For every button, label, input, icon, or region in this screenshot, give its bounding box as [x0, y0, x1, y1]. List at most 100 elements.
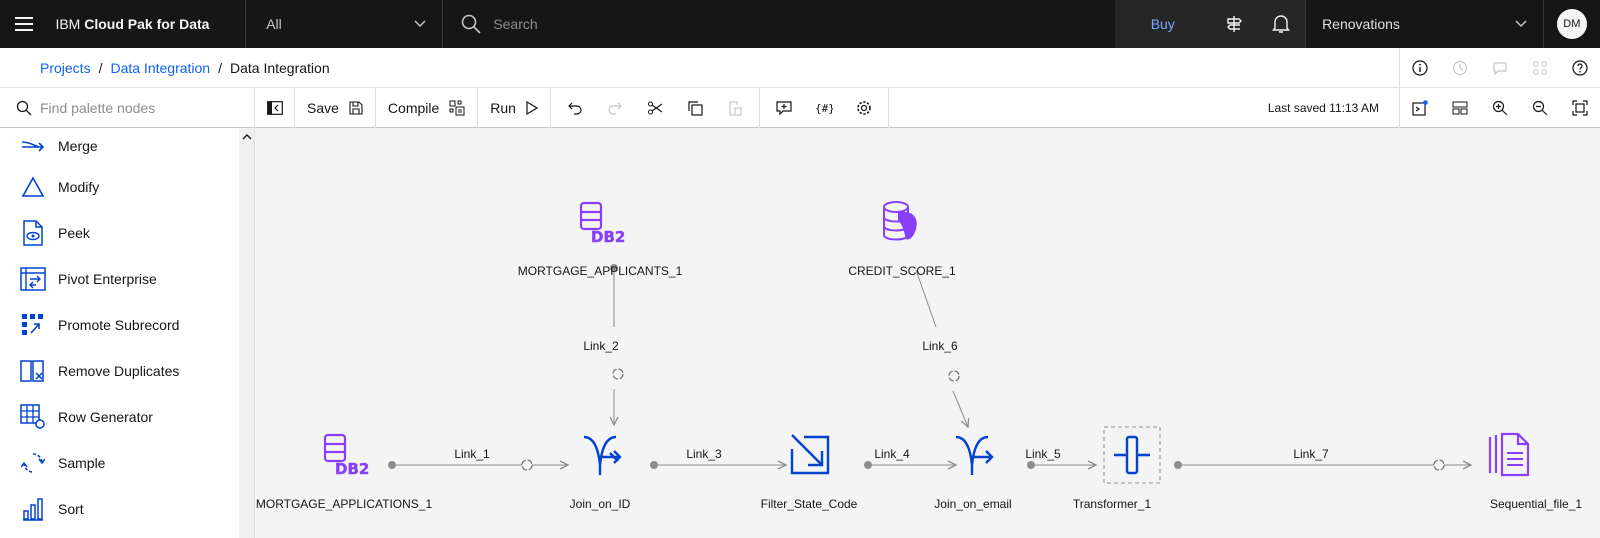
zoom-out-icon[interactable]	[1520, 88, 1560, 128]
undo-icon[interactable]	[555, 88, 595, 128]
parameters-icon[interactable]: {#}	[804, 88, 844, 128]
link-label[interactable]: Link_5	[1021, 447, 1065, 461]
flow-canvas[interactable]: DB2 DB2 Link_1 Link_2 Link_3 Link_4 Link…	[256, 129, 1600, 538]
breadcrumb-bar: Projects / Data Integration / Data Integ…	[0, 47, 1600, 88]
db2-icon[interactable]: DB2	[323, 433, 370, 478]
palette-item-promote-subrecord[interactable]: Promote Subrecord	[0, 302, 239, 348]
link-label[interactable]: Link_7	[1289, 447, 1333, 461]
palette-search-input[interactable]: Find palette nodes	[0, 87, 255, 128]
breadcrumb-data-integration[interactable]: Data Integration	[110, 60, 210, 76]
link-3[interactable]	[650, 461, 786, 469]
link-label[interactable]: Link_6	[918, 339, 962, 353]
node-label: MORTGAGE_APPLICANTS_1	[517, 264, 683, 278]
pivot-icon	[20, 266, 46, 292]
transformer-icon[interactable]	[1103, 426, 1161, 484]
palette-item-merge[interactable]: Merge	[0, 128, 239, 164]
play-icon	[526, 100, 538, 115]
db2-icon[interactable]: DB2	[579, 201, 626, 246]
filter-icon[interactable]	[790, 434, 830, 475]
refresh-icon[interactable]	[948, 370, 960, 382]
palette-item-modify[interactable]: Modify	[0, 164, 239, 210]
zoom-in-icon[interactable]	[1480, 88, 1520, 128]
edit-tools	[551, 87, 760, 128]
link-label[interactable]: Link_3	[682, 447, 726, 461]
link-label[interactable]: Link_1	[450, 447, 494, 461]
refresh-icon[interactable]	[521, 459, 533, 471]
compile-icon	[449, 100, 465, 115]
remove-duplicates-icon	[20, 358, 46, 384]
notification-icon[interactable]	[1257, 0, 1306, 48]
toggle-palette-icon[interactable]	[255, 87, 295, 128]
link-1[interactable]	[388, 459, 568, 471]
save-label: Save	[307, 99, 339, 116]
info-icon[interactable]	[1400, 48, 1440, 88]
palette-item-sample[interactable]: Sample	[0, 440, 239, 486]
settings-icon[interactable]	[844, 88, 884, 128]
link-5[interactable]	[1027, 461, 1096, 469]
buy-link[interactable]: Buy	[1115, 0, 1211, 48]
compile-label: Compile	[387, 99, 440, 116]
flow-diagram: DB2 DB2	[323, 201, 1530, 484]
palette-item-pivot[interactable]: Pivot Enterprise	[0, 256, 239, 302]
link-label[interactable]: Link_2	[579, 339, 623, 353]
project-name: Renovations	[1322, 16, 1400, 32]
palette-item-label: Merge	[58, 138, 98, 154]
save-icon	[349, 100, 363, 115]
copy-icon[interactable]	[675, 88, 715, 128]
join-icon[interactable]	[583, 435, 622, 475]
flow-toolbar: Find palette nodes Save Compile Run {#} …	[0, 87, 1600, 128]
database-icon[interactable]	[883, 201, 917, 241]
job-log-icon[interactable]	[1400, 88, 1440, 128]
palette-item-label: Peek	[58, 225, 90, 241]
refresh-icon[interactable]	[612, 368, 624, 380]
palette-item-label: Row Generator	[58, 409, 153, 425]
link-label[interactable]: Link_4	[870, 447, 914, 461]
link-4[interactable]	[864, 461, 956, 469]
add-comment-icon[interactable]	[764, 88, 804, 128]
redo-icon[interactable]	[595, 88, 635, 128]
palette-item-label: Modify	[58, 179, 100, 195]
svg-text:DB2: DB2	[591, 228, 625, 246]
palette-item-peek[interactable]: Peek	[0, 210, 239, 256]
menu-icon[interactable]	[0, 0, 47, 48]
join-icon[interactable]	[955, 435, 994, 475]
palette-item-remove-duplicates[interactable]: Remove Duplicates	[0, 348, 239, 394]
fit-to-screen-icon[interactable]	[1560, 88, 1600, 128]
breadcrumb-actions	[1399, 47, 1600, 88]
search-scope-dropdown[interactable]: All	[245, 0, 444, 48]
compile-button[interactable]: Compile	[376, 87, 479, 128]
node-label: Join_on_ID	[569, 497, 631, 511]
peek-icon	[20, 220, 46, 246]
search-placeholder: Search	[493, 16, 538, 32]
cut-icon[interactable]	[635, 88, 675, 128]
sequential-file-icon[interactable]	[1488, 432, 1530, 477]
merge-icon	[20, 133, 46, 159]
run-label: Run	[490, 99, 516, 116]
palette-item-row-generator[interactable]: Row Generator	[0, 394, 239, 440]
product-name[interactable]: IBM Cloud Pak for Data	[47, 16, 245, 32]
comment-icon[interactable]	[1480, 48, 1520, 88]
refresh-icon[interactable]	[1433, 459, 1445, 471]
link-7[interactable]	[1174, 459, 1471, 471]
history-icon[interactable]	[1440, 48, 1480, 88]
help-icon[interactable]	[1560, 48, 1600, 88]
palette-scrollbar[interactable]	[239, 128, 255, 538]
node-label: Join_on_email	[934, 497, 1012, 511]
run-button[interactable]: Run	[478, 87, 551, 128]
search-scope-value: All	[266, 16, 282, 32]
promote-subrecord-icon	[20, 312, 46, 338]
project-switcher[interactable]: Renovations	[1305, 0, 1543, 48]
svg-text:{#}: {#}	[815, 102, 833, 115]
layout-icon[interactable]	[1440, 88, 1480, 128]
palette-item-sort[interactable]: Sort	[0, 486, 239, 532]
breadcrumb-separator: /	[218, 59, 222, 76]
paste-icon[interactable]	[715, 88, 755, 128]
user-menu[interactable]: DM	[1542, 0, 1600, 48]
apps-icon[interactable]	[1520, 48, 1560, 88]
signpost-icon[interactable]	[1210, 0, 1258, 48]
global-search-input[interactable]: Search	[443, 0, 1115, 48]
chevron-down-icon	[1515, 20, 1527, 28]
breadcrumb-projects[interactable]: Projects	[40, 60, 91, 76]
node-label: MORTGAGE_APPLICATIONS_1	[255, 497, 433, 511]
save-button[interactable]: Save	[295, 87, 376, 128]
